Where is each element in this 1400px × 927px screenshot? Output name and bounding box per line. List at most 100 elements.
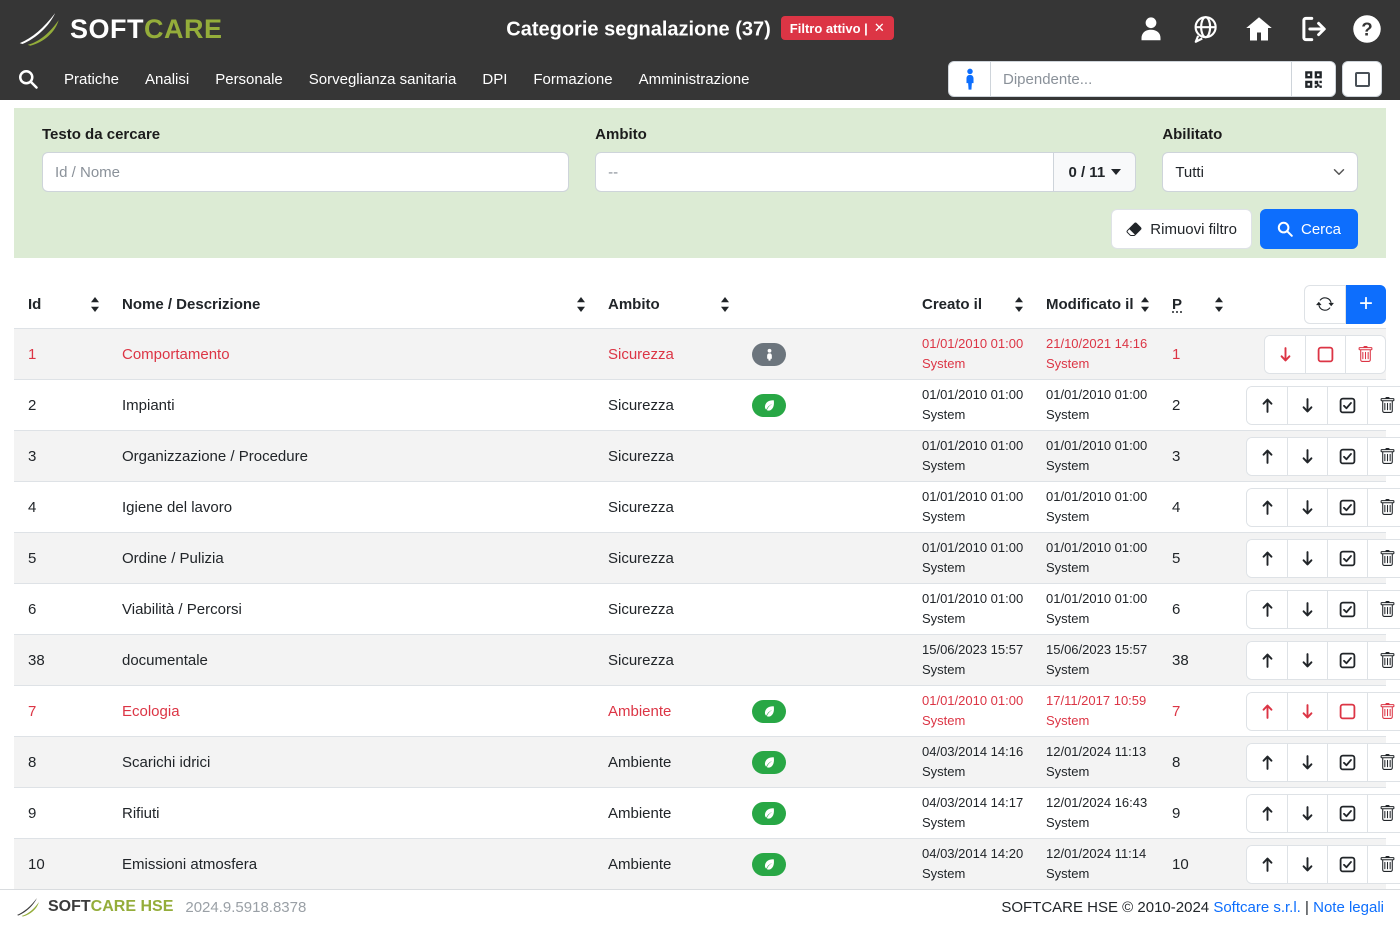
search-button[interactable]: Cerca (1260, 209, 1358, 249)
delete-button[interactable] (1367, 795, 1400, 832)
sort-icon[interactable] (1014, 297, 1024, 312)
row-name[interactable]: Ecologia (108, 703, 594, 720)
move-down-button[interactable] (1265, 336, 1305, 373)
disabled-checkbox[interactable] (1305, 336, 1345, 373)
logout-icon[interactable] (1298, 14, 1328, 44)
qr-scan-button[interactable] (1291, 62, 1335, 96)
global-search-icon[interactable] (18, 69, 38, 89)
table-row[interactable]: 10 Emissioni atmosfera Ambiente 04/03/20… (14, 838, 1386, 889)
home-icon[interactable] (1244, 14, 1274, 44)
table-row[interactable]: 6 Viabilità / Percorsi Sicurezza 01/01/2… (14, 583, 1386, 634)
delete-button[interactable] (1367, 693, 1400, 730)
row-name[interactable]: Emissioni atmosfera (108, 856, 594, 873)
enabled-checkbox[interactable] (1327, 591, 1367, 628)
enabled-checkbox[interactable] (1327, 540, 1367, 577)
employee-search-input[interactable] (991, 62, 1291, 96)
row-name[interactable]: Comportamento (108, 346, 594, 363)
nav-item-sorveglianza-sanitaria[interactable]: Sorveglianza sanitaria (309, 71, 457, 88)
move-down-button[interactable] (1287, 438, 1327, 475)
user-profile-icon[interactable] (1136, 14, 1166, 44)
table-row[interactable]: 2 Impianti Sicurezza 01/01/2010 01:00Sys… (14, 379, 1386, 430)
move-up-button[interactable] (1247, 693, 1287, 730)
toggle-panel-button[interactable] (1342, 61, 1382, 97)
move-down-button[interactable] (1287, 540, 1327, 577)
nav-item-pratiche[interactable]: Pratiche (64, 71, 119, 88)
table-row[interactable]: 38 documentale Sicurezza 15/06/2023 15:5… (14, 634, 1386, 685)
language-icon[interactable] (1190, 14, 1220, 44)
nav-item-amministrazione[interactable]: Amministrazione (639, 71, 750, 88)
move-up-button[interactable] (1247, 540, 1287, 577)
move-down-button[interactable] (1287, 489, 1327, 526)
help-icon[interactable]: ? (1352, 14, 1382, 44)
row-name[interactable]: Igiene del lavoro (108, 499, 594, 516)
row-created: 04/03/2014 14:16System (908, 742, 1032, 782)
move-down-button[interactable] (1287, 795, 1327, 832)
row-name[interactable]: Organizzazione / Procedure (108, 448, 594, 465)
table-row[interactable]: 7 Ecologia Ambiente 01/01/2010 01:00Syst… (14, 685, 1386, 736)
move-up-button[interactable] (1247, 438, 1287, 475)
table-row[interactable]: 5 Ordine / Pulizia Sicurezza 01/01/2010 … (14, 532, 1386, 583)
move-up-button[interactable] (1247, 591, 1287, 628)
table-row[interactable]: 4 Igiene del lavoro Sicurezza 01/01/2010… (14, 481, 1386, 532)
move-down-button[interactable] (1287, 744, 1327, 781)
delete-button[interactable] (1345, 336, 1385, 373)
nav-item-dpi[interactable]: DPI (482, 71, 507, 88)
delete-button[interactable] (1367, 438, 1400, 475)
move-down-button[interactable] (1287, 693, 1327, 730)
enabled-checkbox[interactable] (1327, 846, 1367, 883)
table-row[interactable]: 3 Organizzazione / Procedure Sicurezza 0… (14, 430, 1386, 481)
active-filter-badge[interactable]: Filtro attivo |✕ (781, 16, 894, 40)
enabled-checkbox[interactable] (1327, 642, 1367, 679)
nav-item-formazione[interactable]: Formazione (533, 71, 612, 88)
move-up-button[interactable] (1247, 489, 1287, 526)
delete-button[interactable] (1367, 489, 1400, 526)
delete-button[interactable] (1367, 744, 1400, 781)
table-row[interactable]: 1 Comportamento Sicurezza 01/01/2010 01:… (14, 328, 1386, 379)
enabled-checkbox[interactable] (1327, 489, 1367, 526)
legal-notes-link[interactable]: Note legali (1313, 899, 1384, 916)
move-down-button[interactable] (1287, 642, 1327, 679)
row-name[interactable]: documentale (108, 652, 594, 669)
sort-icon[interactable] (576, 297, 586, 312)
move-down-button[interactable] (1287, 846, 1327, 883)
move-up-button[interactable] (1247, 387, 1287, 424)
move-up-button[interactable] (1247, 642, 1287, 679)
enabled-checkbox[interactable] (1327, 744, 1367, 781)
table-row[interactable]: 9 Rifiuti Ambiente 04/03/2014 14:17Syste… (14, 787, 1386, 838)
ambito-input[interactable] (595, 152, 1054, 192)
row-name[interactable]: Ordine / Pulizia (108, 550, 594, 567)
row-name[interactable]: Impianti (108, 397, 594, 414)
move-up-button[interactable] (1247, 744, 1287, 781)
abilitato-select[interactable]: Tutti (1162, 152, 1358, 192)
move-up-button[interactable] (1247, 846, 1287, 883)
row-name[interactable]: Rifiuti (108, 805, 594, 822)
search-text-input[interactable] (42, 152, 569, 192)
clear-filter-icon[interactable]: ✕ (874, 20, 885, 36)
delete-button[interactable] (1367, 591, 1400, 628)
delete-button[interactable] (1367, 846, 1400, 883)
refresh-button[interactable] (1304, 285, 1346, 324)
add-category-button[interactable]: + (1346, 285, 1386, 324)
sort-icon[interactable] (720, 297, 730, 312)
delete-button[interactable] (1367, 540, 1400, 577)
enabled-checkbox[interactable] (1327, 438, 1367, 475)
delete-button[interactable] (1367, 387, 1400, 424)
sort-icon[interactable] (1214, 297, 1224, 312)
remove-filter-button[interactable]: Rimuovi filtro (1111, 209, 1252, 249)
nav-item-personale[interactable]: Personale (215, 71, 283, 88)
move-up-button[interactable] (1247, 795, 1287, 832)
delete-button[interactable] (1367, 642, 1400, 679)
ambito-multiselect-button[interactable]: 0 / 11 (1054, 152, 1136, 192)
sort-icon[interactable] (1140, 297, 1150, 312)
table-row[interactable]: 8 Scarichi idrici Ambiente 04/03/2014 14… (14, 736, 1386, 787)
sort-icon[interactable] (90, 297, 100, 312)
row-name[interactable]: Scarichi idrici (108, 754, 594, 771)
disabled-checkbox[interactable] (1327, 693, 1367, 730)
enabled-checkbox[interactable] (1327, 795, 1367, 832)
move-down-button[interactable] (1287, 591, 1327, 628)
enabled-checkbox[interactable] (1327, 387, 1367, 424)
row-name[interactable]: Viabilità / Percorsi (108, 601, 594, 618)
move-down-button[interactable] (1287, 387, 1327, 424)
nav-item-analisi[interactable]: Analisi (145, 71, 189, 88)
company-link[interactable]: Softcare s.r.l. (1213, 899, 1301, 916)
